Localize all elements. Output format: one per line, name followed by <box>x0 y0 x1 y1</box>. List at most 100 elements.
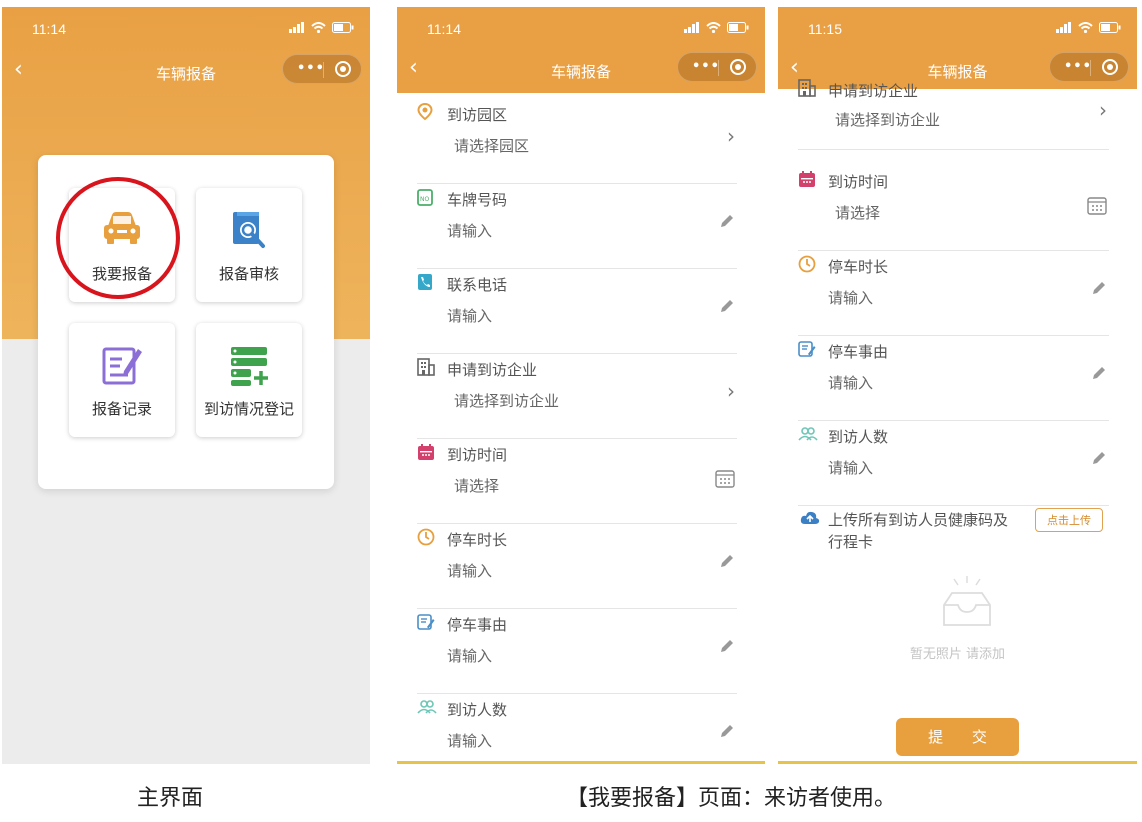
field-visitor-count[interactable]: 到访人数 请输入 <box>417 693 737 764</box>
nav-bar: ‹ 车辆报备 ••• <box>2 49 370 93</box>
wifi-icon <box>1078 22 1093 33</box>
field-label: 到访人数 <box>828 428 889 446</box>
status-time: 11:14 <box>427 21 461 37</box>
field-plate[interactable]: NO 车牌号码 请输入 <box>417 183 737 269</box>
visitor-count-input[interactable]: 请输入 <box>828 457 873 478</box>
pencil-icon[interactable] <box>1091 365 1107 381</box>
reason-input[interactable]: 请输入 <box>828 372 873 393</box>
chevron-right-icon[interactable]: › <box>1099 98 1107 122</box>
field-reason[interactable]: 停车事由 请输入 <box>417 608 737 694</box>
tile-visit-register[interactable]: 到访情况登记 <box>196 323 302 437</box>
upload-label-line2: 行程卡 <box>828 533 874 551</box>
status-bar: 11:14 <box>397 7 765 49</box>
field-company[interactable]: 申请到访企业 请选择到访企业 › <box>798 74 1109 150</box>
more-icon[interactable]: ••• <box>297 61 325 76</box>
tile-records[interactable]: 报备记录 <box>69 323 175 437</box>
field-park[interactable]: 到访园区 请选择园区 › <box>417 98 737 184</box>
visit-time-select[interactable]: 请选择 <box>835 202 880 223</box>
duration-input[interactable]: 请输入 <box>447 560 492 581</box>
note-icon <box>417 614 435 630</box>
more-icon[interactable]: ••• <box>1064 59 1092 74</box>
more-icon[interactable]: ••• <box>692 59 720 74</box>
people-icon <box>417 700 437 714</box>
bottom-divider <box>397 761 765 764</box>
close-target-icon[interactable] <box>1102 59 1118 75</box>
nav-bar: ‹ 车辆报备 ••• <box>397 47 765 91</box>
upload-label: 上传所有到访人员健康码及 行程卡 <box>828 509 1008 553</box>
chevron-right-icon[interactable]: › <box>727 124 735 148</box>
field-label: 申请到访企业 <box>828 82 919 100</box>
people-icon <box>798 427 818 441</box>
tile-review[interactable]: 报备审核 <box>196 188 302 302</box>
field-duration[interactable]: 停车时长 请输入 <box>417 523 737 609</box>
visit-time-select[interactable]: 请选择 <box>454 475 499 496</box>
status-time: 11:14 <box>32 21 66 37</box>
field-label: 联系电话 <box>447 276 508 294</box>
status-time: 11:15 <box>808 21 842 37</box>
field-label: 到访时间 <box>447 446 508 464</box>
battery-icon <box>1099 22 1121 33</box>
company-select[interactable]: 请选择到访企业 <box>454 390 559 411</box>
report-form-screen: 11:14 ‹ 车辆报备 ••• 到访园区 请选择园区 › NO 车牌号码 请输… <box>397 7 765 764</box>
field-visitor-count[interactable]: 到访人数 请输入 <box>798 420 1109 506</box>
battery-icon <box>727 22 749 33</box>
plate-input[interactable]: 请输入 <box>447 220 492 241</box>
field-label: 停车事由 <box>447 616 508 634</box>
park-select[interactable]: 请选择园区 <box>454 135 529 156</box>
signal-icon <box>684 22 699 33</box>
status-bar: 11:14 <box>2 7 370 49</box>
field-label: 申请到访企业 <box>447 361 538 379</box>
clock-icon <box>798 255 816 273</box>
location-pin-icon <box>417 103 433 121</box>
tile-label: 报备审核 <box>218 265 279 283</box>
pencil-icon[interactable] <box>719 723 735 739</box>
company-select[interactable]: 请选择到访企业 <box>835 109 940 130</box>
chevron-right-icon[interactable]: › <box>727 379 735 403</box>
pencil-icon[interactable] <box>719 638 735 654</box>
calendar-icon[interactable] <box>1087 195 1107 215</box>
report-form: 申请到访企业 请选择到访企业 › 到访时间 请选择 停车时长 请输入 停车事由 … <box>778 79 1137 764</box>
pencil-icon[interactable] <box>1091 450 1107 466</box>
wifi-icon <box>311 22 326 33</box>
pencil-icon[interactable] <box>719 298 735 314</box>
pencil-icon[interactable] <box>1091 280 1107 296</box>
empty-tray-icon <box>943 576 991 626</box>
document-search-icon <box>233 212 265 248</box>
upload-button[interactable]: 点击上传 <box>1035 508 1103 532</box>
visitor-count-input[interactable]: 请输入 <box>447 730 492 751</box>
capsule-divider <box>323 62 324 78</box>
calendar-icon <box>418 444 434 460</box>
building-icon <box>417 358 435 376</box>
tile-label: 报备记录 <box>91 400 152 418</box>
phone-input[interactable]: 请输入 <box>447 305 492 326</box>
duration-input[interactable]: 请输入 <box>828 287 873 308</box>
close-target-icon[interactable] <box>730 59 746 75</box>
empty-hint: 暂无照片 请添加 <box>909 647 1006 662</box>
status-bar: 11:15 <box>778 7 1137 49</box>
field-visit-time[interactable]: 到访时间 请选择 <box>417 438 737 524</box>
field-duration[interactable]: 停车时长 请输入 <box>798 250 1109 336</box>
calendar-icon[interactable] <box>715 468 735 488</box>
wifi-icon <box>706 22 721 33</box>
field-label: 停车时长 <box>828 258 889 276</box>
pencil-icon[interactable] <box>719 213 735 229</box>
close-target-icon[interactable] <box>335 61 351 77</box>
pencil-icon[interactable] <box>719 553 735 569</box>
field-phone[interactable]: 联系电话 请输入 <box>417 268 737 354</box>
tile-label: 到访情况登记 <box>203 400 294 418</box>
field-company[interactable]: 申请到访企业 请选择到访企业 › <box>417 353 737 439</box>
battery-icon <box>332 22 354 33</box>
field-reason[interactable]: 停车事由 请输入 <box>798 335 1109 421</box>
signal-icon <box>1056 22 1071 33</box>
field-label: 车牌号码 <box>447 191 508 209</box>
note-icon <box>798 341 816 357</box>
reason-input[interactable]: 请输入 <box>447 645 492 666</box>
field-label: 停车事由 <box>828 343 889 361</box>
caption-right: 【我要报备】页面：来访者使用。 <box>566 786 897 811</box>
highlight-circle <box>56 177 180 299</box>
submit-button[interactable]: 提 交 <box>896 718 1019 756</box>
signal-icon <box>289 22 304 33</box>
bottom-divider <box>778 761 1137 764</box>
field-visit-time[interactable]: 到访时间 请选择 <box>798 165 1109 251</box>
report-form-scrolled-screen: 11:15 ‹ 车辆报备 ••• 申请到访企业 请选择到访企业 › 到访时间 请… <box>778 7 1137 764</box>
